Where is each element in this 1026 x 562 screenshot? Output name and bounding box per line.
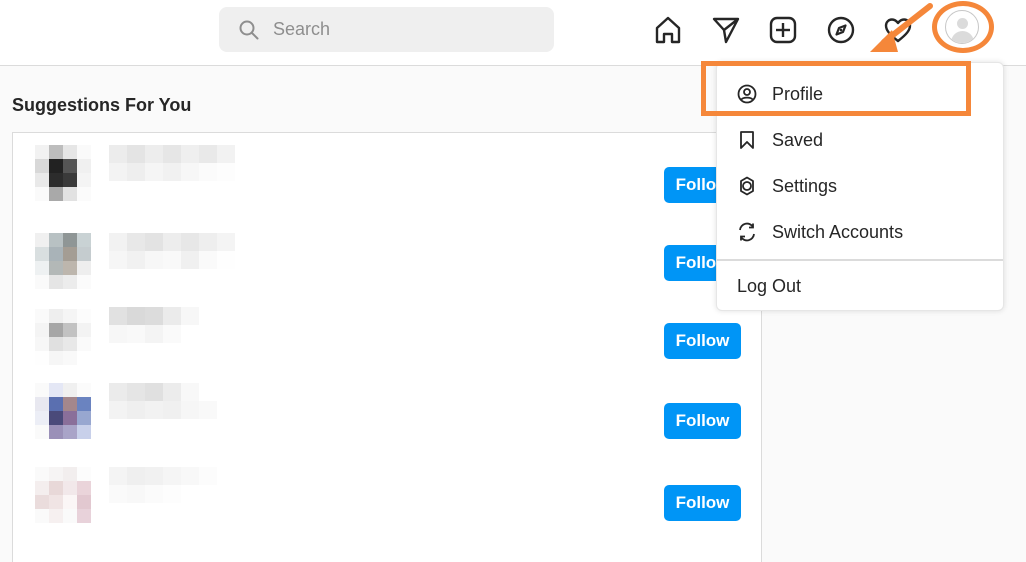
- follow-button[interactable]: Follow: [664, 323, 741, 359]
- search-input[interactable]: [273, 7, 543, 52]
- direct-message-icon[interactable]: [710, 14, 742, 46]
- logout-button[interactable]: Log Out: [717, 263, 1003, 309]
- blurred-username: [109, 467, 235, 503]
- suggestions-list: Follow Follow Follow Follow Follow: [12, 132, 762, 562]
- switch-accounts-icon: [739, 222, 755, 242]
- menu-item-saved[interactable]: Saved: [717, 117, 1003, 163]
- suggestions-title: Suggestions For You: [12, 95, 192, 115]
- menu-item-settings[interactable]: Settings: [717, 163, 1003, 209]
- list-item: Follow: [13, 233, 761, 313]
- annotation-highlight-box: [701, 61, 971, 116]
- menu-item-label: Saved: [772, 129, 824, 150]
- explore-icon[interactable]: [825, 14, 857, 46]
- menu-item-label: Settings: [772, 175, 838, 196]
- blurred-avatar: [35, 145, 91, 201]
- blurred-username: [109, 307, 235, 343]
- bookmark-icon: [740, 131, 754, 149]
- list-item: Follow: [13, 467, 761, 547]
- settings-gear-icon: [740, 176, 754, 196]
- menu-item-label: Switch Accounts: [772, 221, 904, 242]
- follow-button[interactable]: Follow: [664, 403, 741, 439]
- follow-button[interactable]: Follow: [664, 485, 741, 521]
- list-item: Follow: [13, 383, 761, 463]
- list-item: Follow: [13, 145, 761, 225]
- search-bar[interactable]: [219, 7, 554, 52]
- list-item: Follow: [13, 307, 761, 389]
- menu-item-switch-accounts[interactable]: Switch Accounts: [717, 209, 1003, 255]
- annotation-arrow: [870, 3, 933, 52]
- menu-divider: [717, 259, 1003, 261]
- blurred-avatar: [35, 383, 91, 439]
- logout-label: Log Out: [737, 276, 802, 296]
- blurred-avatar: [35, 309, 91, 365]
- new-post-icon[interactable]: [767, 14, 799, 46]
- blurred-avatar: [35, 467, 91, 523]
- search-icon: [239, 20, 259, 40]
- blurred-username: [109, 383, 235, 419]
- blurred-username: [109, 233, 235, 269]
- blurred-avatar: [35, 233, 91, 289]
- home-icon[interactable]: [652, 14, 684, 46]
- blurred-username: [109, 145, 235, 181]
